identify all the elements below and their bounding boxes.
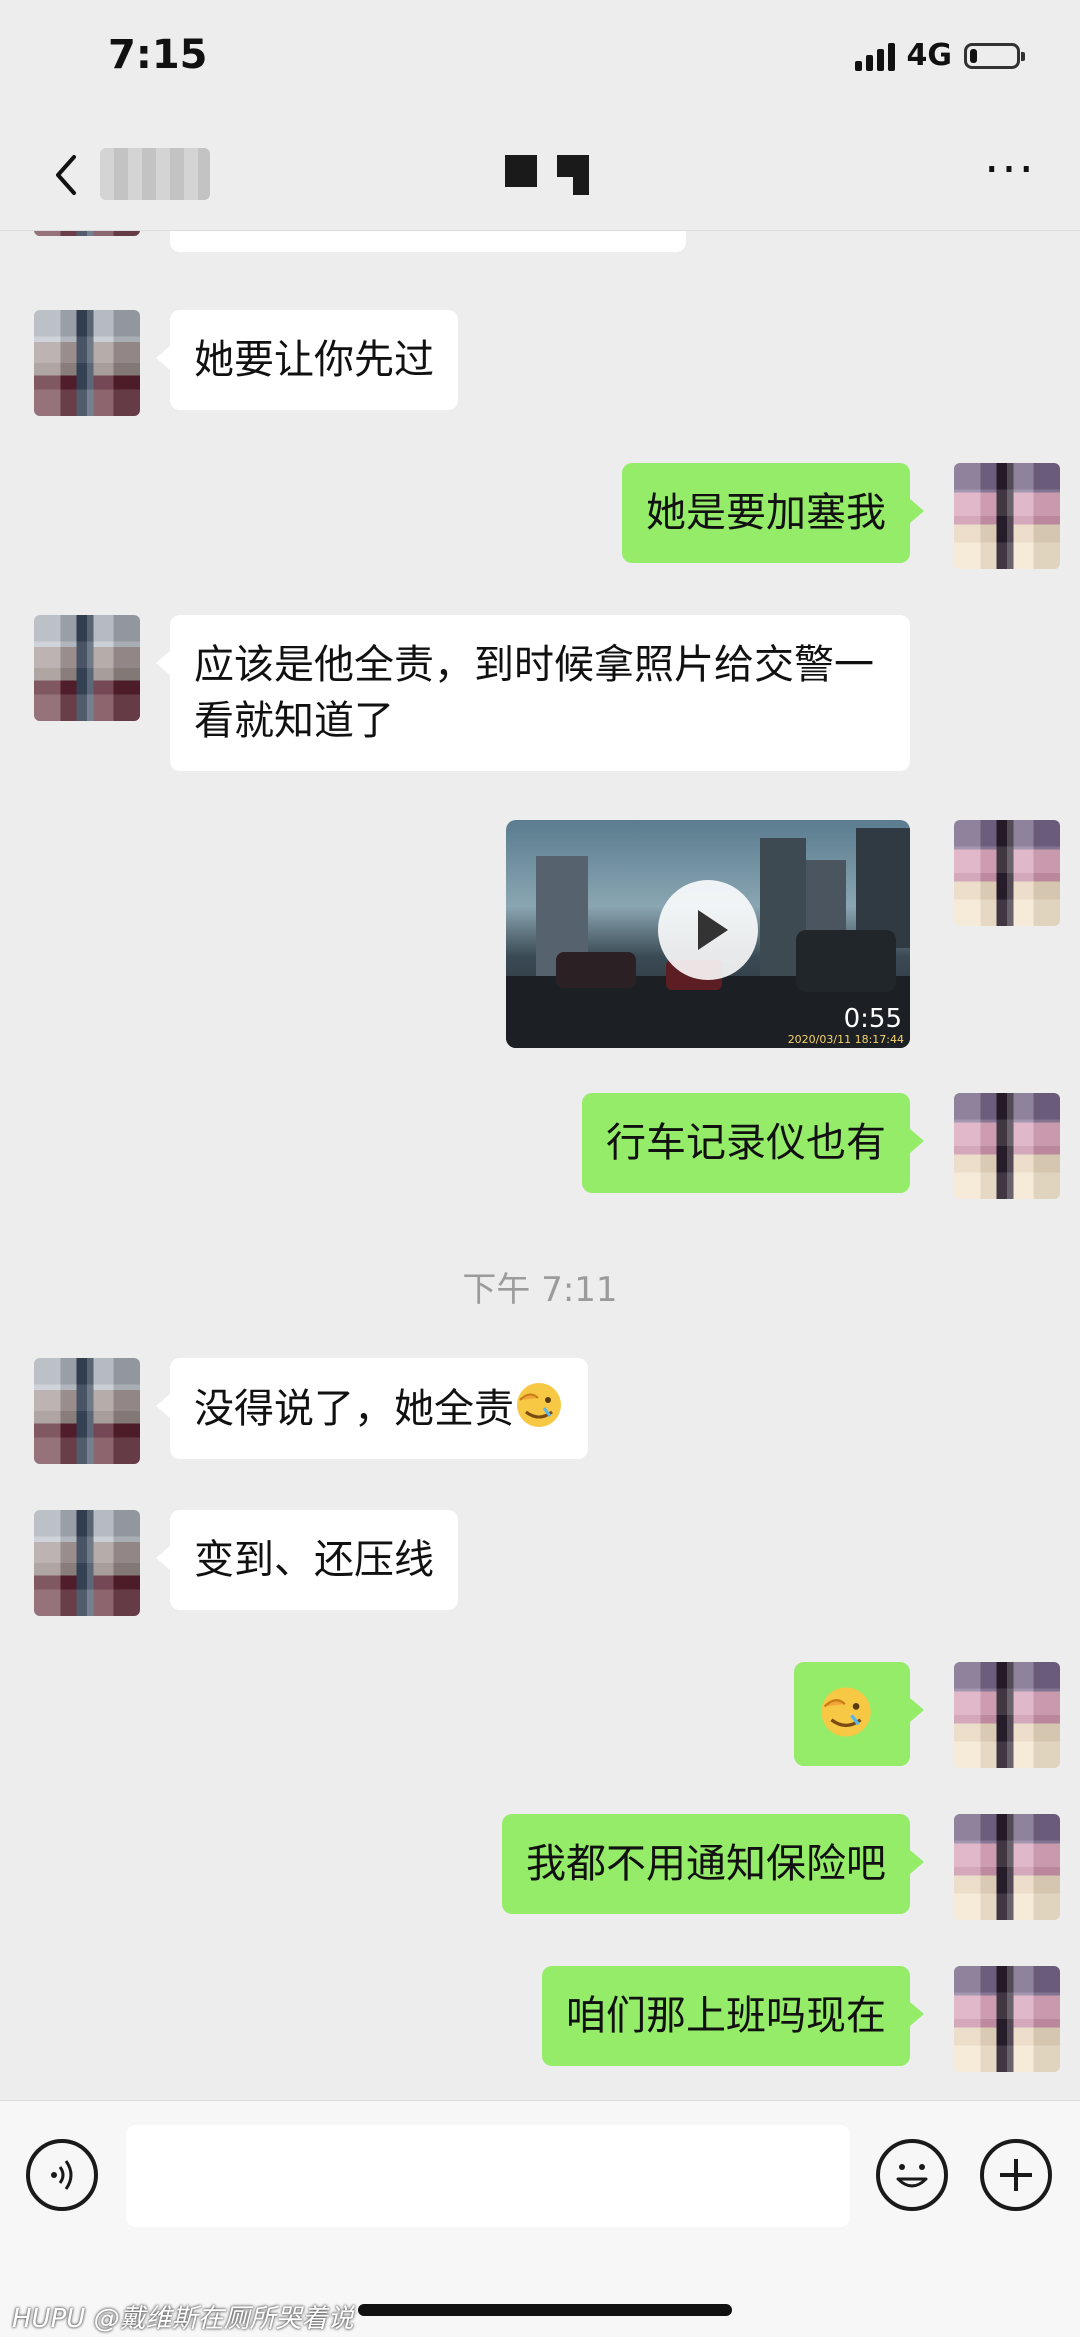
- time-divider: 下午 7:11: [462, 1270, 618, 1310]
- facepalm-emoji: [821, 1687, 871, 1737]
- message-text: 没得说了，她全责: [194, 1386, 514, 1432]
- status-icons: 4G: [854, 38, 1025, 73]
- chat-title-redacted: [505, 155, 590, 205]
- battery-level: [970, 48, 977, 63]
- contact-avatar[interactable]: [34, 615, 140, 721]
- play-icon[interactable]: [658, 880, 758, 980]
- network-label: 4G: [906, 38, 953, 73]
- message-bubble[interactable]: [794, 1662, 924, 1766]
- emoji-icon[interactable]: [876, 2139, 948, 2211]
- message-bubble[interactable]: 她是要加塞我: [622, 463, 924, 563]
- message-list[interactable]: 她要让你先过 她是要加塞我 应该是他全责，到时候拿照片给交警一看就知道了 0:5…: [0, 230, 1080, 2100]
- video-message[interactable]: 0:55 2020/03/11 18:17:44: [506, 820, 910, 1048]
- video-duration: 0:55: [843, 1004, 902, 1034]
- watermark-text: @戴维斯在厕所哭着说: [93, 2304, 354, 2334]
- self-avatar[interactable]: [954, 463, 1060, 569]
- message-bubble[interactable]: 我都不用通知保险吧: [502, 1814, 924, 1914]
- voice-icon[interactable]: [26, 2139, 98, 2211]
- video-car: [556, 952, 636, 988]
- contact-avatar[interactable]: [34, 310, 140, 416]
- self-avatar[interactable]: [954, 1093, 1060, 1199]
- watermark-brand: HUPU: [12, 2304, 86, 2334]
- status-bar: 7:15 4G: [0, 0, 1080, 120]
- self-avatar[interactable]: [954, 820, 1060, 926]
- nav-bar: ···: [0, 120, 1080, 231]
- message-bubble[interactable]: 她要让你先过: [156, 310, 458, 410]
- chat-screen: 7:15 4G ··· 她要让你先过 她是要加塞我 应该是他全责，到时候拿照片给…: [0, 0, 1080, 2337]
- chevron-left-icon[interactable]: [40, 145, 100, 205]
- unread-count-redacted: [100, 148, 210, 200]
- watermark: HUPU @戴维斯在厕所哭着说: [12, 2298, 354, 2335]
- video-car: [796, 930, 896, 992]
- battery-icon: [964, 42, 1025, 69]
- home-indicator[interactable]: [358, 2304, 732, 2316]
- more-icon[interactable]: ···: [980, 146, 1040, 196]
- message-bubble-cropped: [170, 230, 686, 252]
- message-input[interactable]: [126, 2125, 850, 2227]
- contact-avatar[interactable]: [34, 1358, 140, 1464]
- self-avatar[interactable]: [954, 1662, 1060, 1768]
- plus-icon[interactable]: [980, 2139, 1052, 2211]
- message-bubble[interactable]: 变到、还压线: [156, 1510, 458, 1610]
- message-bubble[interactable]: 没得说了，她全责: [156, 1358, 588, 1459]
- self-avatar[interactable]: [954, 1966, 1060, 2072]
- video-timestamp: 2020/03/11 18:17:44: [787, 1033, 904, 1046]
- message-bubble[interactable]: 应该是他全责，到时候拿照片给交警一看就知道了: [156, 615, 910, 771]
- status-time: 7:15: [108, 32, 208, 78]
- message-bubble[interactable]: 咱们那上班吗现在: [542, 1966, 924, 2066]
- message-bubble[interactable]: 行车记录仪也有: [582, 1093, 924, 1193]
- facepalm-emoji: [517, 1383, 561, 1427]
- contact-avatar[interactable]: [34, 1510, 140, 1616]
- self-avatar[interactable]: [954, 1814, 1060, 1920]
- signal-icon: [854, 41, 895, 71]
